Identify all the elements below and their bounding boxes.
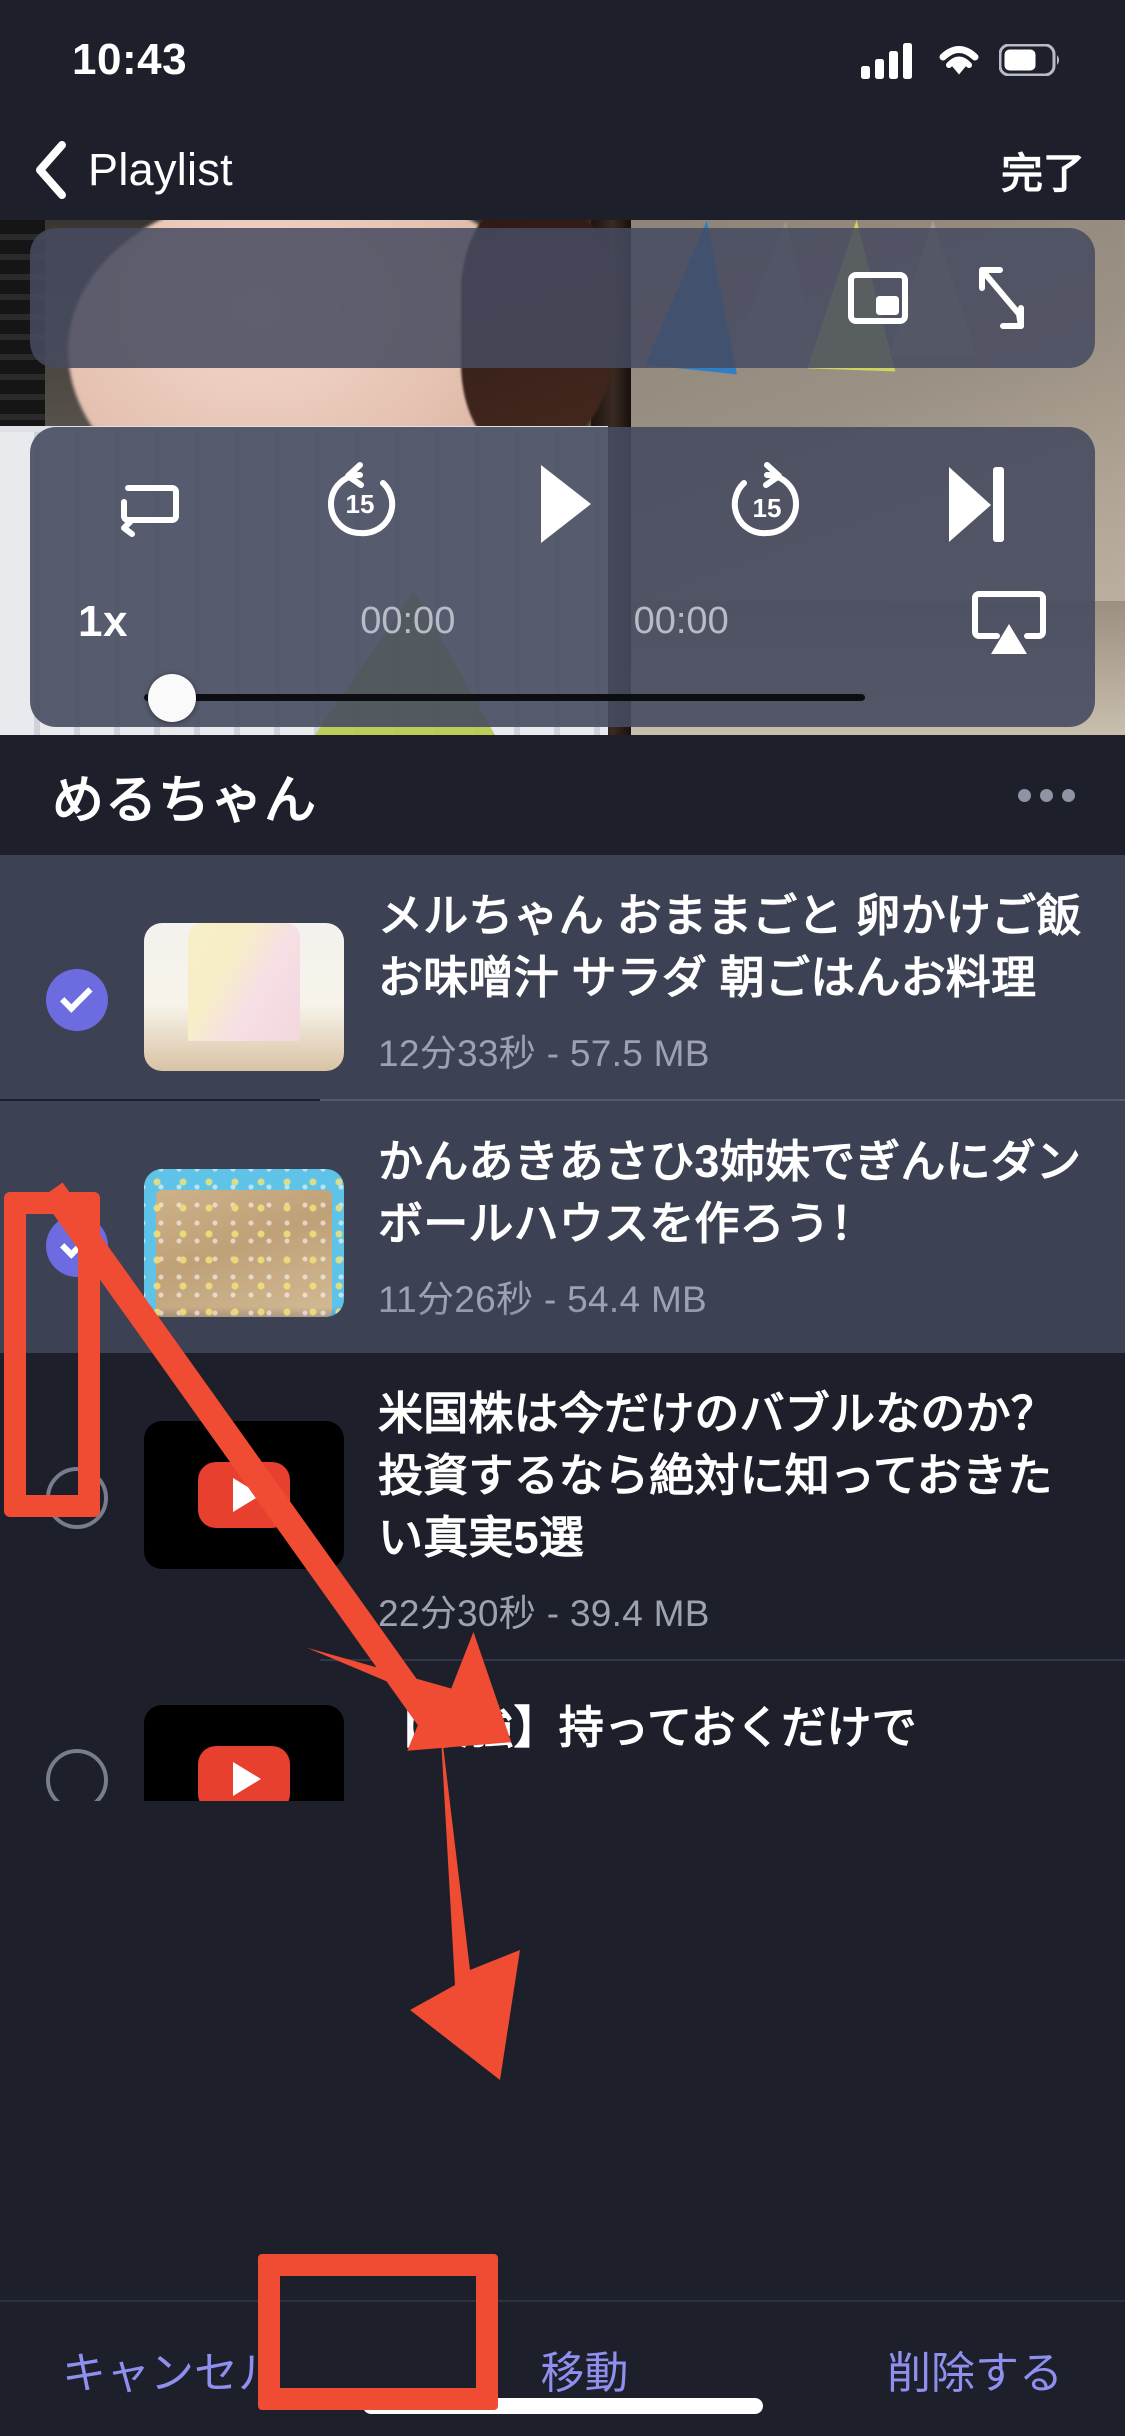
list-item[interactable]: かんあきあさひ3姉妹でぎんにダンボールハウスを作ろう！ 11分26秒 - 54.… [0, 1101, 1125, 1353]
video-thumbnail [144, 1169, 344, 1317]
row-checkbox-selected[interactable] [46, 969, 108, 1031]
video-title: 【最強】持っておくだけで [378, 1702, 917, 1753]
list-item[interactable]: 【最強】持っておくだけで [0, 1661, 1125, 1801]
rewind-15-icon: 15 [328, 462, 396, 537]
home-indicator [362, 2398, 763, 2414]
repeat-button[interactable] [112, 464, 192, 544]
youtube-play-icon [198, 1462, 290, 1528]
fullscreen-button[interactable] [969, 262, 1035, 334]
expand-fullscreen-icon [979, 267, 1024, 329]
seek-track[interactable] [144, 673, 865, 722]
back-button-label: Playlist [88, 144, 233, 195]
cellular-signal-icon [861, 43, 912, 79]
playlist-title: めるちゃん [52, 771, 318, 830]
delete-button[interactable]: 削除する [887, 2337, 1063, 2401]
wifi-icon [939, 46, 979, 75]
forward-15-icon: 15 [731, 462, 799, 537]
skip-next-button[interactable] [935, 461, 1013, 547]
airplay-icon [971, 590, 1046, 654]
video-title: かんあきあさひ3姉妹でぎんにダンボールハウスを作ろう！ [378, 1136, 1082, 1249]
player-time-row: 1x 00:00 00:00 [70, 584, 1055, 660]
forward-15-button[interactable]: 15 [724, 461, 810, 547]
cancel-button[interactable]: キャンセル [62, 2337, 282, 2401]
playlist-header: めるちゃん [0, 735, 1125, 855]
rewind-15-button[interactable]: 15 [317, 461, 403, 547]
more-horizontal-icon[interactable] [1018, 788, 1075, 802]
video-list: メルちゃん おままごと 卵かけご飯 お味噌汁 サラダ 朝ごはんお料理 12分33… [0, 855, 1125, 1801]
list-item[interactable]: メルちゃん おままごと 卵かけご飯 お味噌汁 サラダ 朝ごはんお料理 12分33… [0, 855, 1125, 1099]
play-icon [540, 465, 591, 543]
row-checkbox-selected[interactable] [46, 1215, 108, 1277]
picture-in-picture-button[interactable] [845, 265, 911, 331]
move-button[interactable]: 移動 [541, 2337, 629, 2401]
transport-controls: 15 15 [70, 451, 1055, 549]
seek-thumb[interactable] [148, 673, 196, 722]
player-bottom-overlay: 15 15 1x 00:00 00:00 [30, 427, 1095, 727]
video-thumbnail [144, 1421, 344, 1569]
bottom-toolbar: キャンセル 移動 削除する [0, 2300, 1125, 2436]
playback-speed-button[interactable]: 1x [78, 597, 128, 647]
video-title: メルちゃん おままごと 卵かけご飯 お味噌汁 サラダ 朝ごはんお料理 [378, 890, 1082, 1003]
svg-text:15: 15 [752, 493, 781, 523]
total-time: 00:00 [633, 600, 729, 642]
video-title: 米国株は今だけのバブルなのか？投資するなら絶対に知っておきたい真実5選 [378, 1388, 1057, 1563]
row-checkbox-unselected[interactable] [46, 1467, 108, 1529]
video-meta: 22分30秒 - 39.4 MB [378, 1593, 710, 1634]
video-player[interactable]: 15 15 1x 00:00 00:00 [0, 220, 1125, 735]
skip-next-icon [949, 467, 1004, 542]
youtube-play-icon [198, 1746, 290, 1801]
list-item[interactable]: 米国株は今だけのバブルなのか？投資するなら絶対に知っておきたい真実5選 22分3… [0, 1353, 1125, 1659]
navigation-bar: Playlist 完了 [0, 120, 1125, 220]
video-meta: 11分26秒 - 54.4 MB [378, 1279, 708, 1320]
status-bar-indicators [861, 40, 1061, 80]
play-button[interactable] [529, 459, 599, 549]
battery-icon [999, 44, 1059, 76]
video-meta: 12分33秒 - 57.5 MB [378, 1033, 710, 1074]
row-checkbox-unselected[interactable] [46, 1749, 108, 1801]
done-button[interactable]: 完了 [1001, 140, 1085, 201]
chevron-left-icon [36, 141, 66, 199]
airplay-button[interactable] [971, 584, 1047, 660]
elapsed-time: 00:00 [360, 600, 456, 642]
seek-bar[interactable] [70, 673, 1055, 722]
repeat-icon [121, 485, 179, 537]
status-bar: 10:43 [0, 0, 1125, 120]
svg-text:15: 15 [346, 489, 375, 519]
player-top-overlay [30, 228, 1095, 368]
picture-in-picture-icon [848, 272, 908, 324]
video-thumbnail [144, 923, 344, 1071]
status-bar-time: 10:43 [72, 35, 188, 84]
video-thumbnail [144, 1705, 344, 1801]
back-button[interactable]: Playlist [26, 135, 233, 205]
